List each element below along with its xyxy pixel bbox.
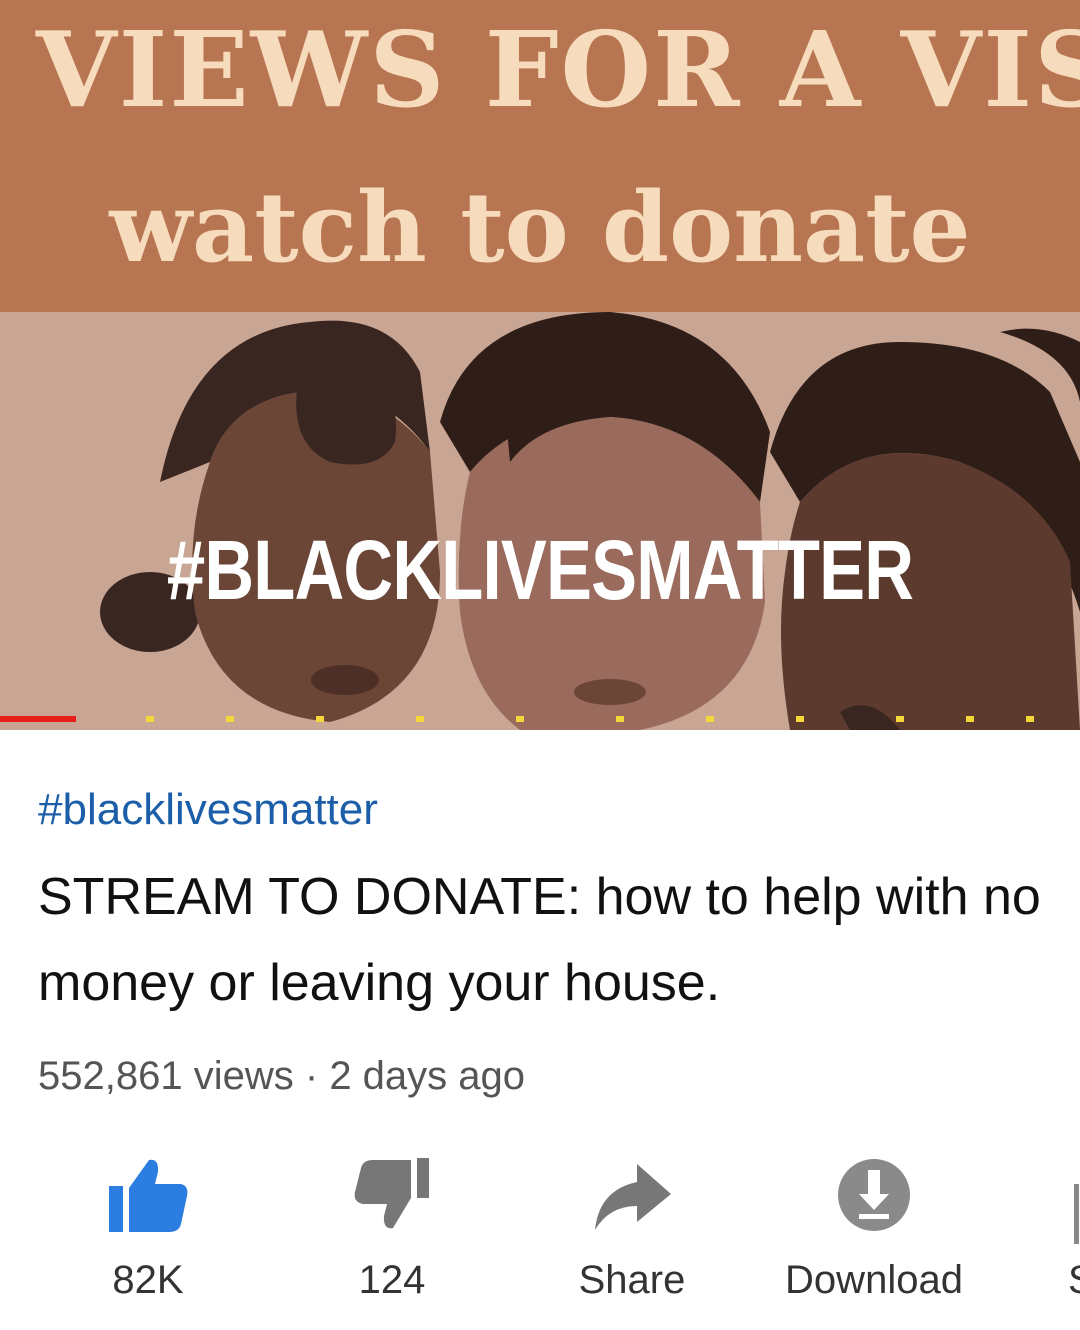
ad-marker bbox=[146, 716, 154, 722]
thumbs-down-icon bbox=[354, 1158, 429, 1229]
upload-age: 2 days ago bbox=[329, 1054, 526, 1098]
dislike-count: 124 bbox=[358, 1258, 426, 1302]
stats-separator: · bbox=[304, 1054, 319, 1098]
hashtag-link[interactable]: #blacklivesmatter bbox=[38, 782, 378, 838]
video-player[interactable]: VIEWS FOR A VISIO watch to donate #BLACK… bbox=[0, 0, 1080, 730]
share-button[interactable]: Share bbox=[522, 1150, 742, 1330]
like-count: 82K bbox=[112, 1258, 184, 1302]
ad-marker bbox=[226, 716, 234, 722]
thumbnail-banner: VIEWS FOR A VISIO watch to donate bbox=[0, 0, 1080, 312]
like-button[interactable]: 82K bbox=[38, 1150, 258, 1330]
ad-marker bbox=[516, 716, 524, 722]
ad-marker bbox=[706, 716, 714, 722]
ad-marker bbox=[966, 716, 974, 722]
view-count: 552,861 views bbox=[38, 1054, 294, 1098]
save-button[interactable]: S bbox=[1060, 1150, 1080, 1330]
thumbs-up-icon bbox=[109, 1159, 188, 1232]
ad-marker bbox=[316, 716, 324, 722]
banner-headline: VIEWS FOR A VISIO bbox=[36, 8, 1080, 131]
download-label: Download bbox=[785, 1258, 963, 1302]
thumbnail-hashtag-text: #BLACKLIVESMATTER bbox=[166, 523, 914, 617]
ad-marker bbox=[416, 716, 424, 722]
ad-marker bbox=[896, 716, 904, 722]
video-stats: 552,861 views · 2 days ago bbox=[38, 1048, 525, 1104]
progress-played bbox=[0, 716, 76, 722]
ad-marker bbox=[796, 716, 804, 722]
save-icon bbox=[1074, 1184, 1079, 1244]
save-label: S bbox=[1068, 1252, 1080, 1308]
download-icon bbox=[838, 1159, 910, 1231]
ad-marker bbox=[1026, 716, 1034, 722]
action-bar: 82K 124 Share Download bbox=[0, 1150, 1080, 1330]
download-button[interactable]: Download bbox=[764, 1150, 984, 1330]
share-arrow-icon bbox=[595, 1164, 671, 1230]
dislike-button[interactable]: 124 bbox=[282, 1150, 502, 1330]
video-title[interactable]: STREAM TO DONATE: how to help with no mo… bbox=[38, 854, 1058, 1026]
ad-marker bbox=[616, 716, 624, 722]
progress-bar[interactable] bbox=[0, 716, 1080, 724]
share-label: Share bbox=[578, 1258, 686, 1302]
banner-subheadline: watch to donate bbox=[109, 171, 971, 284]
